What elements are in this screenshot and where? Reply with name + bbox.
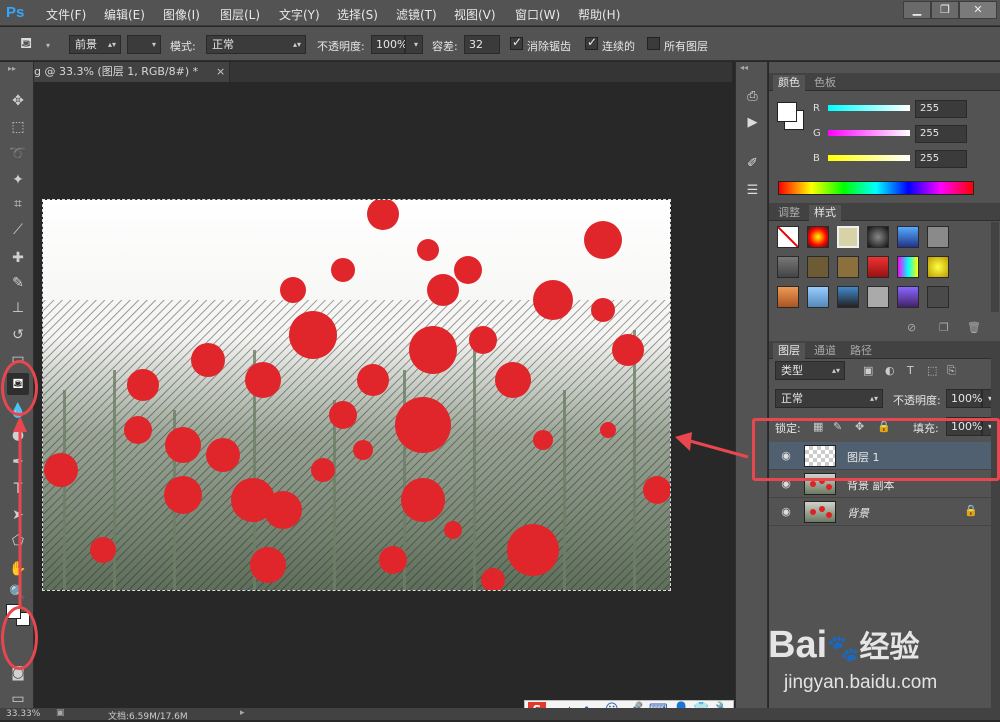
status-doc-icon[interactable]: ▣ <box>56 708 65 718</box>
status-menu-arrow-icon[interactable]: ▸ <box>240 708 245 718</box>
annotation-arrows <box>13 416 749 606</box>
doc-info: 文档:6.59M/17.6M <box>108 712 188 722</box>
status-bar: 33.33% ▣ 文档:6.59M/17.6M ▸ <box>0 708 1000 722</box>
zoom-level[interactable]: 33.33% <box>6 709 40 719</box>
baidu-url: jingyan.baidu.com <box>784 672 938 693</box>
annotation-arrowhead-left <box>675 432 692 451</box>
baidu-paw-icon: 🐾 <box>827 633 860 663</box>
annotation-arrow-left <box>689 439 749 459</box>
baidu-brand: Bai <box>768 624 828 666</box>
annotation-arrowhead-up <box>13 416 27 432</box>
baidu-brand-suffix: 经验 <box>859 631 920 664</box>
baidu-watermark: Bai🐾经验 <box>768 622 920 667</box>
